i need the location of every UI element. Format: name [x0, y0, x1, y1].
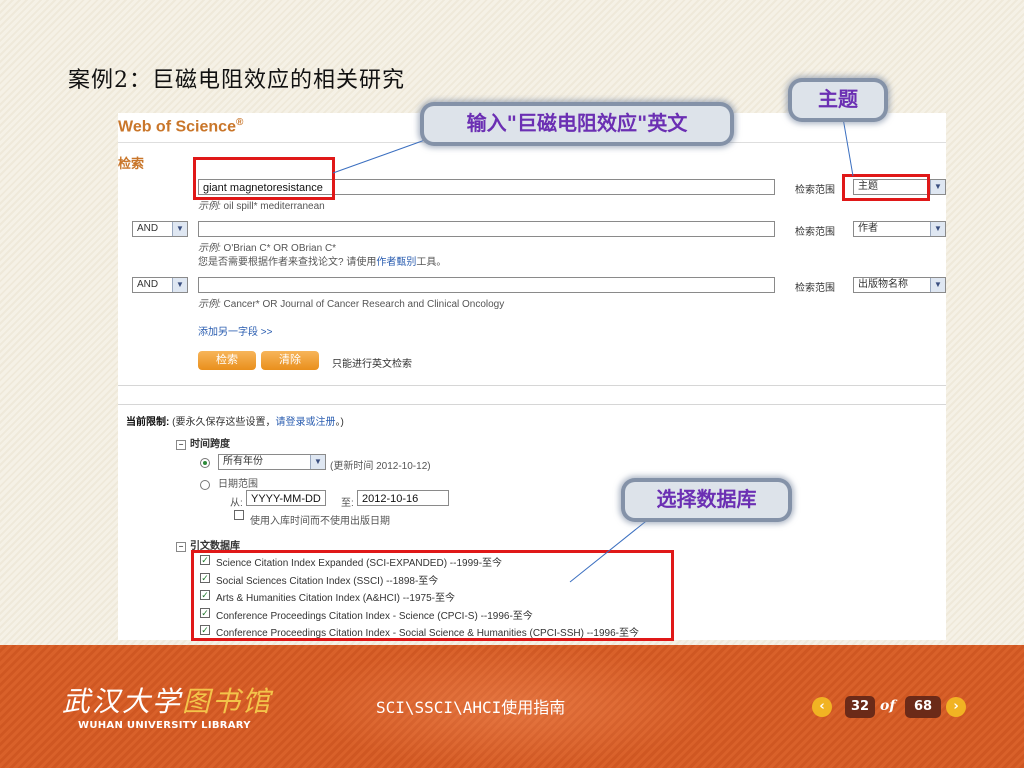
chevron-down-icon: ▼ [172, 222, 187, 236]
chevron-down-icon: ▼ [172, 278, 187, 292]
date-range-radio[interactable] [200, 480, 210, 490]
highlight-topic-select [842, 174, 930, 201]
add-field-link[interactable]: 添加另一字段 >> [198, 323, 272, 338]
chevron-down-icon: ▼ [930, 222, 945, 236]
chevron-right-icon[interactable]: › [946, 697, 966, 717]
slide-title: 案例2：巨磁电阻效应的相关研究 [68, 68, 405, 93]
callout-topic: 主题 [792, 82, 884, 118]
timespan-heading: − 时间跨度 [176, 435, 230, 450]
wos-logo: Web of Science® [118, 117, 244, 136]
operator-select-3[interactable]: AND ▼ [132, 277, 188, 293]
from-label: 从: [230, 498, 243, 509]
clear-button[interactable]: 清除 [261, 351, 319, 370]
author-finder-hint: 您是否需要根据作者来查找论文? 请使用作者甄别工具。 [198, 257, 447, 268]
scope-select-2[interactable]: 作者 ▼ [853, 221, 946, 237]
search-button[interactable]: 检索 [198, 351, 256, 370]
scope-select-3[interactable]: 出版物名称 ▼ [853, 277, 946, 293]
divider [118, 142, 946, 143]
example-hint-2: 示例: O'Brian C* OR OBrian C* [198, 243, 337, 254]
example-hint-3: 示例: Cancer* OR Journal of Cancer Researc… [198, 299, 505, 310]
collapse-icon[interactable]: − [176, 542, 186, 552]
page-of-label: of [880, 698, 896, 714]
search-input-2[interactable] [198, 221, 775, 237]
total-pages: 68 [905, 696, 941, 718]
chevron-down-icon: ▼ [930, 278, 945, 292]
search-heading: 检索 [118, 156, 145, 171]
library-logo: 武汉大学图书馆 [62, 685, 273, 718]
use-index-date-checkbox[interactable] [234, 510, 244, 520]
library-logo-english: WUHAN UNIVERSITY LIBRARY [78, 720, 251, 731]
scope-label-2: 检索范围 [795, 227, 835, 238]
date-range-label: 日期范围 [218, 479, 258, 490]
chevron-down-icon: ▼ [310, 455, 325, 469]
to-label: 至: [341, 498, 354, 509]
updated-date: (更新时间 2012-10-12) [330, 461, 431, 472]
callout-input-english: 输入"巨磁电阻效应"英文 [424, 106, 730, 142]
presentation-title: SCI\SSCI\AHCI使用指南 [376, 698, 566, 717]
to-date-input[interactable]: 2012-10-16 [357, 490, 449, 506]
chevron-down-icon: ▼ [930, 180, 945, 194]
search-input-3[interactable] [198, 277, 775, 293]
highlight-search-input [193, 157, 335, 200]
collapse-icon[interactable]: − [176, 440, 186, 450]
divider [118, 385, 946, 386]
author-finder-link[interactable]: 作者甄别 [376, 257, 416, 268]
all-years-radio[interactable] [200, 458, 210, 468]
use-index-date-label: 使用入库时间而不使用出版日期 [250, 516, 390, 527]
english-only-note: 只能进行英文检索 [332, 359, 412, 370]
login-register-link[interactable]: 请登录或注册 [275, 417, 335, 428]
operator-select-2[interactable]: AND ▼ [132, 221, 188, 237]
divider [118, 404, 946, 405]
chevron-left-icon[interactable]: ‹ [812, 697, 832, 717]
scope-label-1: 检索范围 [795, 185, 835, 196]
current-limits: 当前限制: (要永久保存这些设置，请登录或注册。) [126, 417, 344, 428]
from-date-input[interactable]: YYYY-MM-DD [246, 490, 326, 506]
callout-database: 选择数据库 [625, 482, 788, 518]
highlight-databases [191, 550, 674, 641]
year-select[interactable]: 所有年份 ▼ [218, 454, 326, 470]
scope-label-3: 检索范围 [795, 283, 835, 294]
current-page: 32 [845, 696, 875, 718]
